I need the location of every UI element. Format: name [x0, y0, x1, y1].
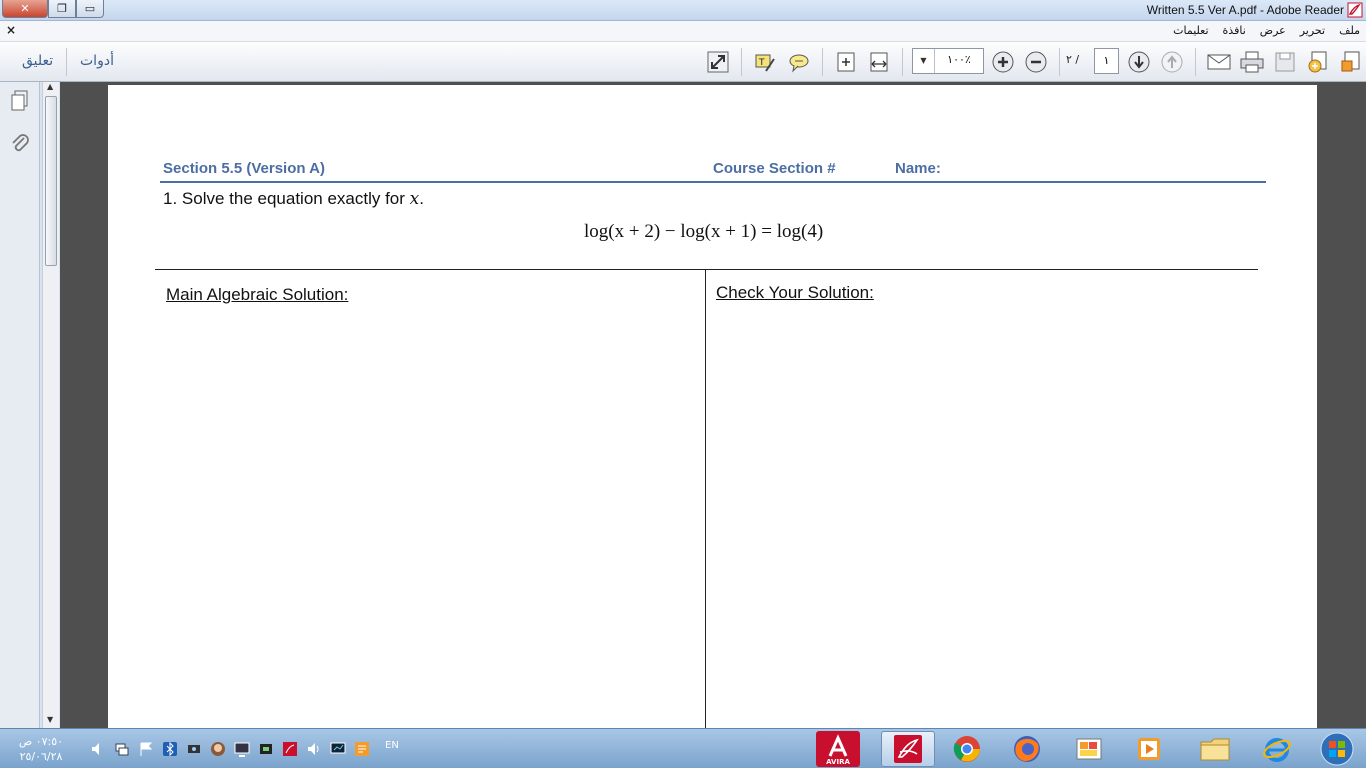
toolbar-separator [902, 48, 903, 76]
usb-device-icon[interactable] [258, 741, 274, 757]
window-maximize-button[interactable]: ❐ [48, 0, 76, 18]
avira-icon: AVIRA [826, 734, 850, 766]
check-solution-heading: Check Your Solution: [716, 283, 874, 302]
question-text: 1. Solve the equation exactly for x. [163, 189, 424, 209]
next-page-icon[interactable] [1127, 50, 1151, 74]
user-avatar-icon[interactable] [210, 741, 226, 757]
header-rule [160, 181, 1266, 183]
menu-file[interactable]: ملف [1339, 24, 1360, 37]
network-icon[interactable] [114, 741, 130, 757]
zoom-select[interactable]: ▼ ١٠٠٪ [912, 48, 984, 74]
zoom-out-icon[interactable] [1024, 50, 1048, 74]
title-bar: ✕ ❐ ▭ Written 5.5 Ver A.pdf - Adobe Read… [0, 0, 1366, 21]
svg-text:T: T [758, 58, 765, 68]
windows-logo-icon [1320, 732, 1354, 766]
page-number-input[interactable]: ١ [1094, 48, 1119, 74]
page-total: ٢ / [1066, 53, 1080, 66]
toolbar: تعليق أدوات T [0, 42, 1366, 82]
page-thumbnails-icon[interactable] [9, 90, 31, 116]
fit-width-icon[interactable] [867, 50, 891, 74]
toolbar-separator [66, 48, 67, 76]
menu-help[interactable]: تعليمات [1173, 24, 1208, 37]
share-file-icon[interactable] [1339, 50, 1363, 74]
toolbar-separator [1059, 48, 1060, 76]
main-solution-heading: Main Algebraic Solution: [166, 285, 349, 304]
taskbar-adobe-reader[interactable] [881, 731, 935, 767]
notes-app-icon[interactable] [354, 741, 370, 757]
taskbar-chrome[interactable] [940, 731, 994, 767]
sticky-note-icon[interactable] [787, 50, 811, 74]
speaker-icon[interactable] [90, 741, 106, 757]
scroll-up-icon[interactable]: ▲ [47, 82, 53, 91]
toolbar-separator [1195, 48, 1196, 76]
attachments-icon[interactable] [9, 132, 31, 160]
action-center-flag-icon[interactable] [138, 741, 154, 757]
equation: log(x + 2) − log(x + 1) = log(4) [584, 221, 824, 242]
system-clock[interactable]: ٠٧:٥٠ ص ٢٥/٠٦/٢٨ [8, 734, 74, 764]
taskbar-avira[interactable]: AVIRA [816, 731, 860, 767]
monitor-icon[interactable] [234, 741, 250, 757]
zoom-in-icon[interactable] [991, 50, 1015, 74]
fit-page-icon[interactable] [834, 50, 858, 74]
acrobat-updater-icon[interactable] [282, 741, 298, 757]
scrollbar-thumb[interactable] [45, 96, 57, 266]
course-section-label: Course Section # [713, 160, 836, 177]
taskbar: ٠٧:٥٠ ص ٢٥/٠٦/٢٨ EN AVIRA [0, 728, 1366, 768]
window-close-button[interactable]: ✕ [2, 0, 48, 18]
section-header: Section 5.5 (Version A) [163, 160, 325, 177]
save-icon[interactable] [1273, 50, 1297, 74]
acrobat-icon [1347, 2, 1363, 18]
chevron-down-icon[interactable]: ▼ [913, 49, 935, 73]
email-icon[interactable] [1207, 50, 1231, 74]
menu-bar: × ملف تحرير عرض نافذة تعليمات [0, 21, 1366, 42]
name-label: Name: [895, 160, 941, 177]
clock-time: ٠٧:٥٠ ص [18, 735, 64, 748]
clock-date: ٢٥/٠٦/٢٨ [19, 750, 63, 763]
toolbar-separator [822, 48, 823, 76]
toolbar-separator [741, 48, 742, 76]
language-indicator[interactable]: EN [385, 740, 399, 751]
horizontal-divider [155, 269, 1258, 270]
taskbar-firefox[interactable] [1000, 731, 1054, 767]
zoom-value[interactable]: ١٠٠٪ [937, 53, 981, 66]
window-minimize-button[interactable]: ▭ [76, 0, 104, 18]
menu-items: ملف تحرير عرض نافذة تعليمات [1173, 24, 1360, 37]
menu-edit[interactable]: تحرير [1300, 24, 1325, 37]
navigation-panel [0, 82, 40, 728]
pdf-page: Section 5.5 (Version A) Course Section #… [108, 85, 1317, 728]
taskbar-paint[interactable] [1062, 731, 1116, 767]
start-button[interactable] [1310, 731, 1364, 767]
svg-text:AVIRA: AVIRA [826, 758, 850, 766]
firefox-icon [1014, 736, 1040, 762]
taskbar-file-explorer[interactable] [1188, 731, 1242, 767]
highlight-text-icon[interactable]: T [753, 50, 777, 74]
chrome-icon [953, 736, 980, 762]
tools-pane-link[interactable]: أدوات [80, 53, 114, 69]
vertical-divider [705, 269, 706, 728]
display-settings-icon[interactable] [330, 741, 346, 757]
close-document-icon[interactable]: × [6, 23, 16, 37]
document-view: Section 5.5 (Version A) Course Section #… [60, 82, 1366, 728]
create-pdf-icon[interactable] [1306, 50, 1330, 74]
expand-icon[interactable] [706, 50, 730, 74]
paint-icon [1076, 738, 1102, 760]
device-icon[interactable] [186, 741, 202, 757]
scroll-down-icon[interactable]: ▼ [47, 715, 53, 724]
internet-explorer-icon [1263, 738, 1291, 762]
window-title: Written 5.5 Ver A.pdf - Adobe Reader [1146, 3, 1344, 17]
media-player-icon [1138, 738, 1160, 760]
menu-window[interactable]: نافذة [1223, 24, 1246, 37]
vertical-scrollbar[interactable]: ▲ ▼ [42, 82, 59, 728]
comment-pane-link[interactable]: تعليق [22, 53, 53, 69]
volume-icon[interactable] [306, 741, 322, 757]
taskbar-media-player[interactable] [1122, 731, 1176, 767]
bluetooth-icon[interactable] [162, 741, 178, 757]
folder-icon [1200, 738, 1230, 761]
taskbar-internet-explorer[interactable] [1250, 731, 1304, 767]
menu-view[interactable]: عرض [1260, 24, 1286, 37]
print-icon[interactable] [1240, 50, 1264, 74]
adobe-reader-icon [894, 735, 922, 763]
previous-page-icon[interactable] [1160, 50, 1184, 74]
